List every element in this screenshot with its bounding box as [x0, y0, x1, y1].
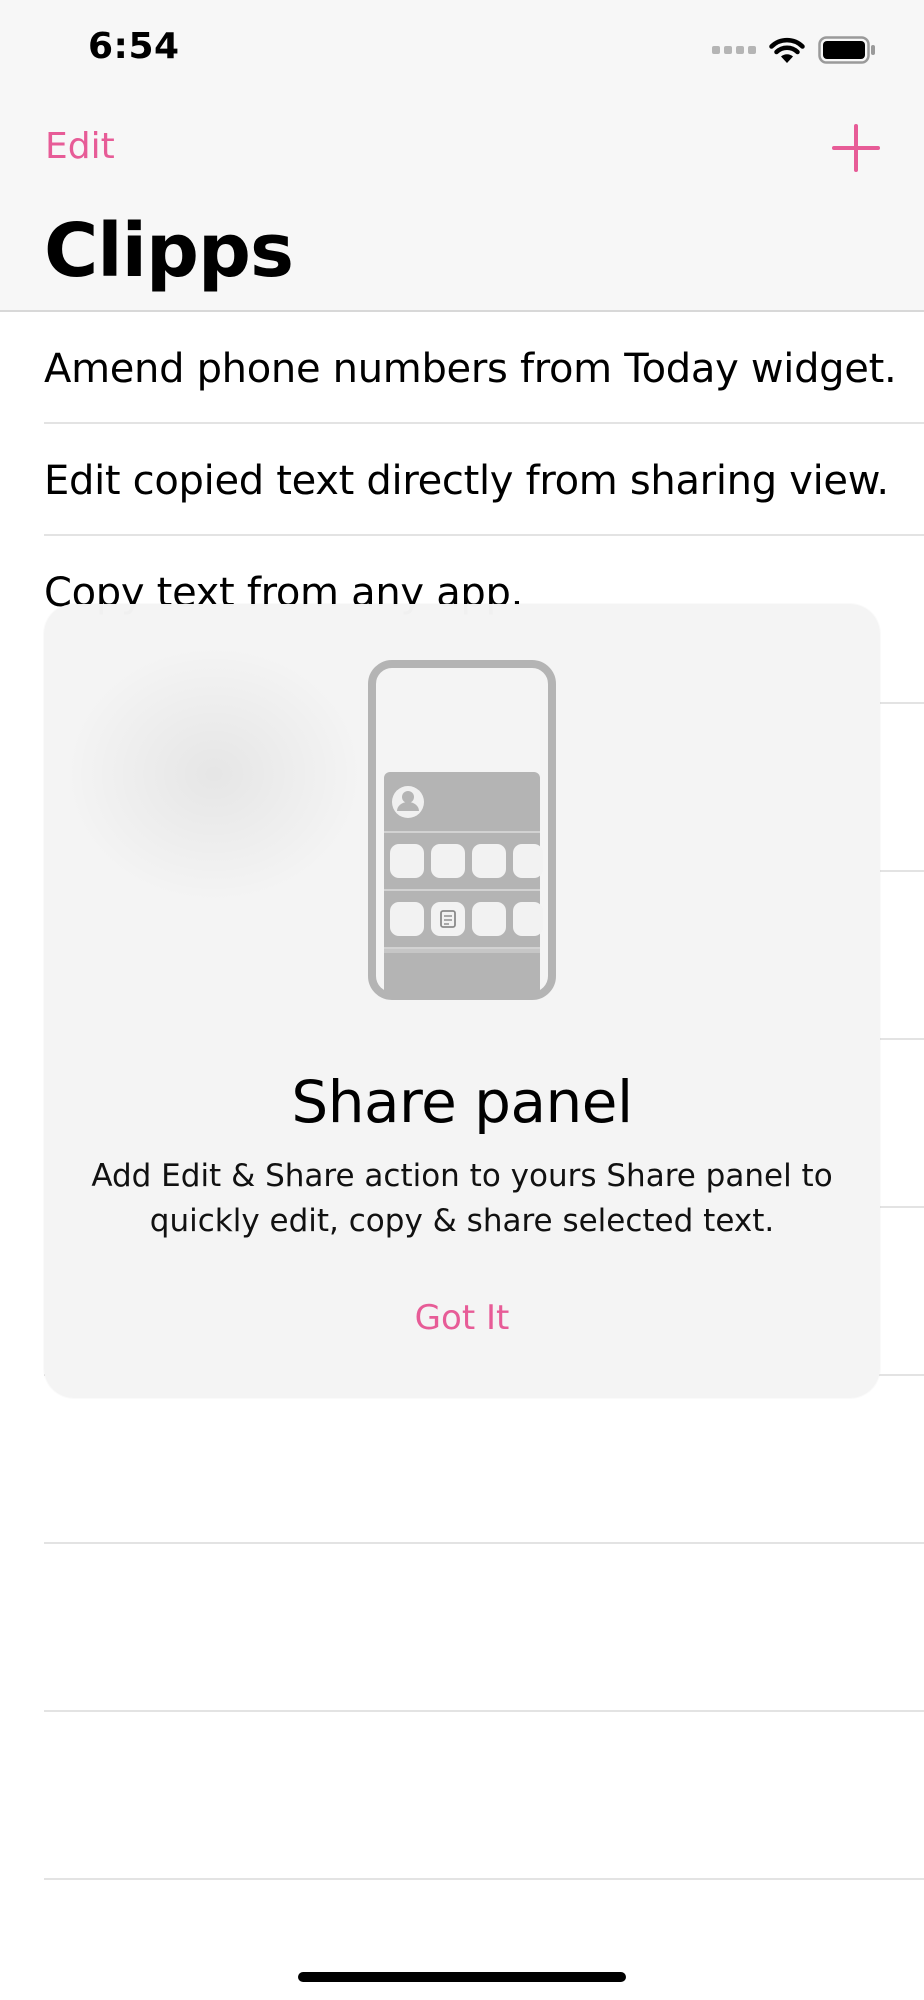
- status-time: 6:54: [88, 26, 180, 67]
- list-item[interactable]: Amend phone numbers from Today widget.: [44, 312, 924, 424]
- navigation-bar: Edit Clipps: [0, 100, 924, 312]
- cellular-signal-icon: [712, 46, 756, 54]
- list-item-text: Amend phone numbers from Today widget.: [44, 346, 897, 392]
- home-indicator[interactable]: [298, 1972, 626, 1982]
- plus-icon: [832, 124, 880, 172]
- onboarding-description: Add Edit & Share action to yours Share p…: [91, 1158, 833, 1239]
- battery-icon: [818, 36, 875, 64]
- status-bar: 6:54: [0, 0, 924, 100]
- add-clip-button[interactable]: [828, 120, 884, 176]
- list-item[interactable]: Edit copied text directly from sharing v…: [44, 424, 924, 536]
- got-it-button[interactable]: Got It: [44, 1298, 880, 1338]
- phone-share-sheet-illustration: [368, 660, 556, 1000]
- list-item[interactable]: [44, 1544, 924, 1712]
- page-title: Clipps: [44, 208, 294, 294]
- list-item[interactable]: [44, 1376, 924, 1544]
- onboarding-card: Share panel Add Edit & Share action to y…: [44, 604, 880, 1398]
- list-item[interactable]: [44, 1712, 924, 1880]
- status-icons: [712, 32, 876, 68]
- onboarding-title: Share panel: [291, 1068, 633, 1136]
- edit-button[interactable]: Edit: [45, 126, 115, 167]
- wifi-icon: [769, 37, 805, 63]
- card-background-blur: [64, 644, 364, 904]
- list-item-text: Edit copied text directly from sharing v…: [44, 458, 889, 504]
